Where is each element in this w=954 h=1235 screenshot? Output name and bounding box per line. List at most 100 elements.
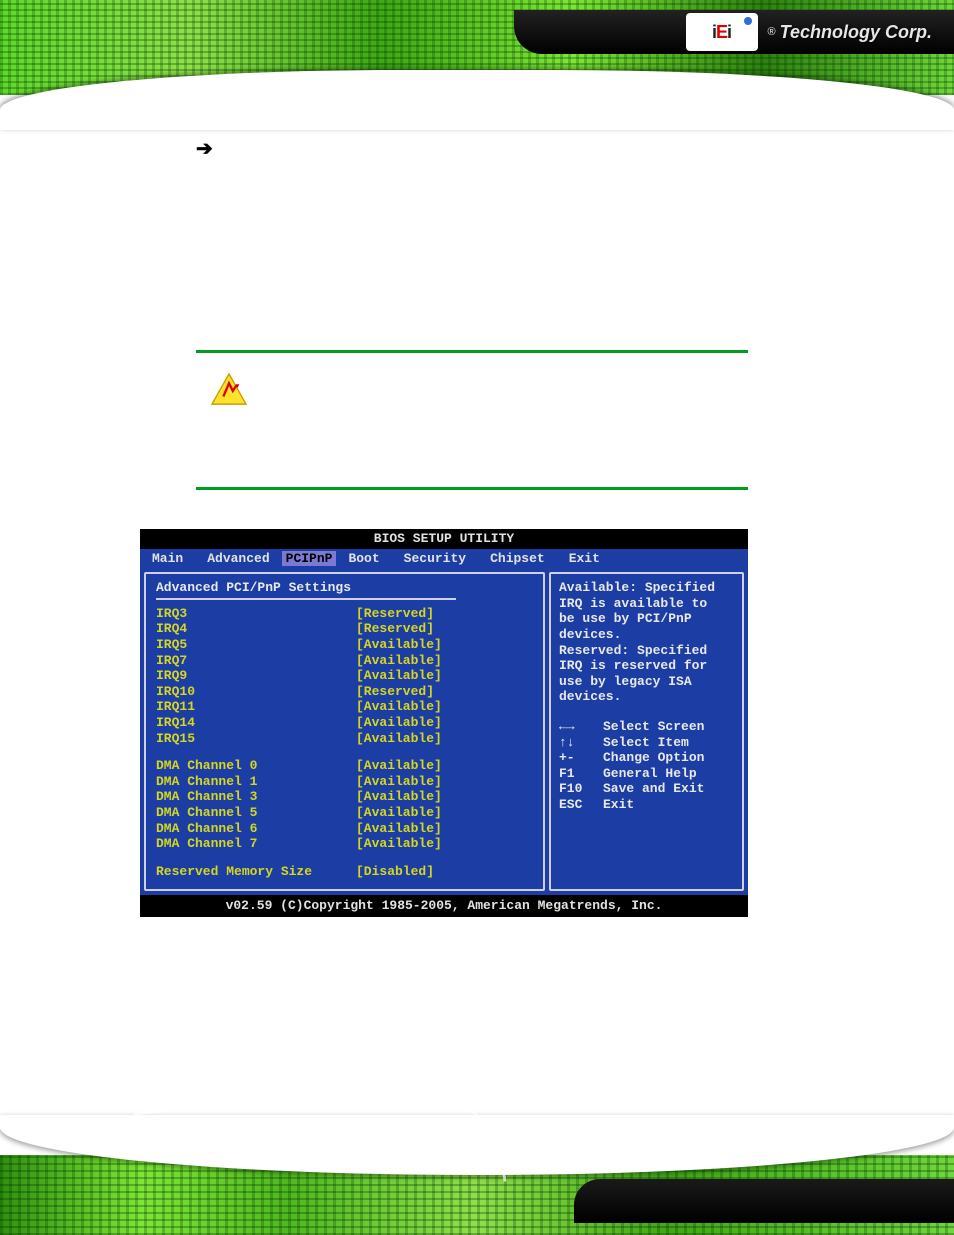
irq-value: [Reserved] — [356, 606, 434, 622]
logo-dot-icon — [744, 17, 752, 25]
help-line: devices. — [559, 627, 734, 643]
bios-help-panel: Available: Specified IRQ is available to… — [549, 572, 744, 891]
logo-letter-i2: i — [727, 22, 731, 43]
irq-value: [Reserved] — [356, 684, 434, 700]
spacer — [156, 852, 533, 864]
dma-label: DMA Channel 3 — [156, 789, 356, 805]
reserved-mem-label: Reserved Memory Size — [156, 864, 356, 880]
nav-label: Select Screen — [603, 719, 704, 735]
reserved-mem-row[interactable]: Reserved Memory Size[Disabled] — [156, 864, 533, 880]
irq-row[interactable]: IRQ15[Available] — [156, 731, 533, 747]
irq-row[interactable]: IRQ5[Available] — [156, 637, 533, 653]
help-line: devices. — [559, 689, 734, 705]
page-footer-decor — [0, 1115, 954, 1235]
brand-name: Technology Corp. — [780, 22, 932, 43]
bios-section-heading: Advanced PCI/PnP Settings — [156, 580, 533, 596]
dma-row[interactable]: DMA Channel 7[Available] — [156, 836, 533, 852]
logo-letter-e: E — [716, 22, 727, 43]
irq-label: IRQ5 — [156, 637, 356, 653]
dma-value: [Available] — [356, 774, 442, 790]
nav-label: Select Item — [603, 735, 689, 751]
nav-label: Exit — [603, 797, 634, 813]
irq-label: IRQ10 — [156, 684, 356, 700]
rule-top — [196, 350, 748, 353]
irq-label: IRQ3 — [156, 606, 356, 622]
help-line: Available: Specified — [559, 580, 734, 596]
nav-key: F10 — [559, 781, 603, 797]
reserved-mem-value: [Disabled] — [356, 864, 434, 880]
nav-key: F1 — [559, 766, 603, 782]
nav-row: F10Save and Exit — [559, 781, 734, 797]
irq-row[interactable]: IRQ7[Available] — [156, 653, 533, 669]
warning-icon — [210, 372, 248, 406]
irq-value: [Available] — [356, 668, 442, 684]
irq-row[interactable]: IRQ11[Available] — [156, 699, 533, 715]
nav-key: ESC — [559, 797, 603, 813]
help-line: IRQ is reserved for — [559, 658, 734, 674]
tab-chipset[interactable]: Chipset — [478, 551, 557, 567]
irq-row[interactable]: IRQ9[Available] — [156, 668, 533, 684]
dma-label: DMA Channel 6 — [156, 821, 356, 837]
irq-row[interactable]: IRQ4[Reserved] — [156, 621, 533, 637]
dma-value: [Available] — [356, 805, 442, 821]
nav-row: F1General Help — [559, 766, 734, 782]
irq-label: IRQ9 — [156, 668, 356, 684]
irq-value: [Reserved] — [356, 621, 434, 637]
nav-row: +-Change Option — [559, 750, 734, 766]
irq-row[interactable]: IRQ10[Reserved] — [156, 684, 533, 700]
bios-settings-panel: Advanced PCI/PnP Settings IRQ3[Reserved]… — [144, 572, 545, 891]
nav-key: ↑↓ — [559, 735, 603, 751]
bios-body: Advanced PCI/PnP Settings IRQ3[Reserved]… — [140, 568, 748, 895]
bios-screenshot: BIOS SETUP UTILITY Main Advanced PCIPnP … — [140, 529, 748, 917]
dma-row[interactable]: DMA Channel 3[Available] — [156, 789, 533, 805]
tab-pcipnp[interactable]: PCIPnP — [282, 551, 337, 567]
registered-mark: ® — [768, 26, 776, 38]
dma-row[interactable]: DMA Channel 6[Available] — [156, 821, 533, 837]
page-header-decor: iEi ® Technology Corp. — [0, 0, 954, 120]
dma-label: DMA Channel 7 — [156, 836, 356, 852]
bios-tabs[interactable]: Main Advanced PCIPnP Boot Security Chips… — [140, 549, 748, 569]
irq-label: IRQ15 — [156, 731, 356, 747]
irq-row[interactable]: IRQ3[Reserved] — [156, 606, 533, 622]
dma-label: DMA Channel 1 — [156, 774, 356, 790]
nav-key: +- — [559, 750, 603, 766]
nav-label: Change Option — [603, 750, 704, 766]
tab-main[interactable]: Main — [140, 551, 195, 567]
help-line: be use by PCI/PnP — [559, 611, 734, 627]
brand-logo-badge: iEi — [686, 13, 758, 51]
arrow-right-icon: ➔ — [196, 136, 213, 161]
bios-nav-legend: ←→Select Screen ↑↓Select Item +-Change O… — [559, 719, 734, 813]
tab-advanced[interactable]: Advanced — [195, 551, 281, 567]
dma-row[interactable]: DMA Channel 1[Available] — [156, 774, 533, 790]
footer-dark-band — [574, 1179, 954, 1223]
brand-bar: iEi ® Technology Corp. — [514, 10, 954, 54]
tab-exit[interactable]: Exit — [557, 551, 612, 567]
tab-security[interactable]: Security — [392, 551, 478, 567]
help-line: use by legacy ISA — [559, 674, 734, 690]
nav-row: ESCExit — [559, 797, 734, 813]
nav-label: Save and Exit — [603, 781, 704, 797]
dma-row[interactable]: DMA Channel 5[Available] — [156, 805, 533, 821]
irq-label: IRQ11 — [156, 699, 356, 715]
help-line: Reserved: Specified — [559, 643, 734, 659]
irq-value: [Available] — [356, 637, 442, 653]
irq-value: [Available] — [356, 731, 442, 747]
irq-row[interactable]: IRQ14[Available] — [156, 715, 533, 731]
nav-row: ↑↓Select Item — [559, 735, 734, 751]
dma-value: [Available] — [356, 789, 442, 805]
dma-value: [Available] — [356, 821, 442, 837]
dma-value: [Available] — [356, 836, 442, 852]
irq-label: IRQ7 — [156, 653, 356, 669]
bios-title: BIOS SETUP UTILITY — [140, 529, 748, 549]
dma-row[interactable]: DMA Channel 0[Available] — [156, 758, 533, 774]
spacer — [156, 746, 533, 758]
irq-value: [Available] — [356, 699, 442, 715]
nav-key: ←→ — [559, 719, 603, 735]
bios-heading-rule — [156, 598, 456, 600]
nav-row: ←→Select Screen — [559, 719, 734, 735]
irq-label: IRQ14 — [156, 715, 356, 731]
tab-boot[interactable]: Boot — [336, 551, 391, 567]
dma-label: DMA Channel 0 — [156, 758, 356, 774]
dma-label: DMA Channel 5 — [156, 805, 356, 821]
bios-footer: v02.59 (C)Copyright 1985-2005, American … — [140, 895, 748, 917]
